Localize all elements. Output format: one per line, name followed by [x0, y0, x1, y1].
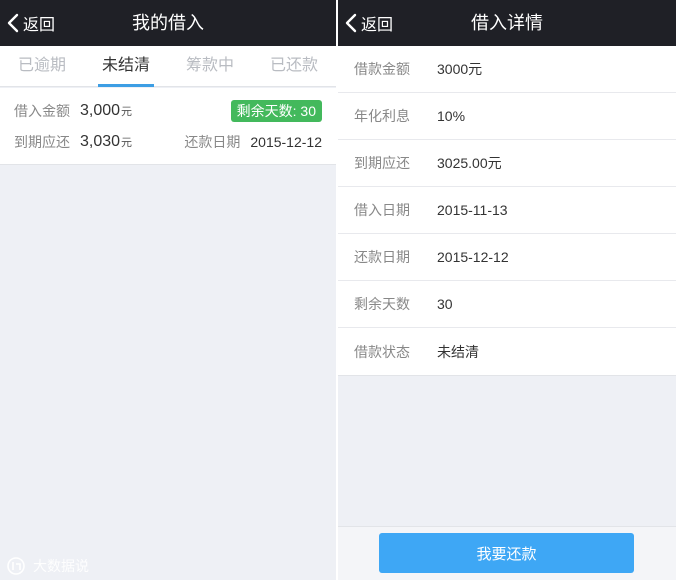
loan-detail-screen: 返回 借入详情 借款金额 3000元 年化利息 10% 到期应还 3025.00…	[338, 0, 676, 580]
detail-row-due-amount: 到期应还 3025.00元	[338, 140, 676, 187]
detail-label: 到期应还	[354, 155, 410, 171]
tab-fundraising[interactable]: 筹款中	[168, 46, 252, 86]
detail-value: 3025.00元	[437, 155, 502, 171]
tab-overdue[interactable]: 已逾期	[0, 46, 84, 86]
borrow-amount-label: 借入金额	[14, 103, 70, 119]
tab-unsettled[interactable]: 未结清	[84, 46, 168, 87]
watermark-text: 大数据说	[33, 558, 89, 574]
back-button[interactable]: 返回	[344, 0, 393, 46]
back-label: 返回	[23, 17, 56, 34]
navbar: 返回 借入详情	[338, 0, 676, 46]
repay-date-value: 2015-12-12	[250, 134, 322, 150]
chevron-left-icon	[345, 13, 357, 33]
due-amount-label: 到期应还	[14, 134, 70, 150]
borrow-amount-value: 3,000	[80, 102, 121, 119]
loan-row-due: 到期应还 3,030 元 还款日期 2015-12-12	[14, 130, 322, 154]
tab-repaid[interactable]: 已还款	[252, 46, 336, 86]
remaining-days-badge: 剩余天数: 30	[230, 100, 322, 122]
detail-row-loan-amount: 借款金额 3000元	[338, 46, 676, 93]
navbar: 返回 我的借入	[0, 0, 336, 46]
detail-value: 30	[437, 296, 453, 312]
back-label: 返回	[361, 17, 394, 34]
detail-label: 借款状态	[354, 343, 410, 360]
bottom-action-bar: 我要还款	[338, 526, 676, 580]
detail-label: 还款日期	[354, 249, 410, 265]
detail-row-annual-interest: 年化利息 10%	[338, 93, 676, 140]
detail-value: 10%	[437, 108, 466, 124]
detail-row-remaining-days: 剩余天数 30	[338, 281, 676, 328]
detail-value: 2015-11-13	[437, 202, 508, 218]
chevron-left-icon	[7, 13, 19, 33]
due-amount-value: 3,030	[80, 133, 121, 150]
repay-date-label: 还款日期	[184, 134, 241, 150]
detail-label: 借入日期	[354, 202, 410, 218]
detail-row-repay-date: 还款日期 2015-12-12	[338, 234, 676, 281]
detail-row-borrow-date: 借入日期 2015-11-13	[338, 187, 676, 234]
detail-value: 3000元	[437, 61, 483, 77]
detail-list: 借款金额 3000元 年化利息 10% 到期应还 3025.00元 借入日期 2…	[338, 46, 676, 376]
detail-label: 剩余天数	[354, 296, 410, 312]
loan-card[interactable]: 借入金额 3,000 元 剩余天数: 30 到期应还 3,030 元 还款日期 …	[0, 88, 336, 165]
detail-value: 未结清	[437, 343, 479, 360]
loan-row-borrow: 借入金额 3,000 元 剩余天数: 30	[14, 99, 322, 123]
due-amount-unit: 元	[121, 137, 133, 149]
repay-button[interactable]: 我要还款	[379, 533, 634, 573]
my-loans-screen: 返回 我的借入 已逾期 未结清 筹款中 已还款 借入金额 3,000 元 剩余天…	[0, 0, 336, 580]
borrow-amount-unit: 元	[121, 106, 133, 118]
status-tabs: 已逾期 未结清 筹款中 已还款	[0, 46, 336, 87]
watermark: 大数据说	[6, 556, 89, 576]
detail-label: 年化利息	[354, 108, 410, 124]
detail-label: 借款金额	[354, 61, 410, 77]
detail-row-loan-status: 借款状态 未结清	[338, 328, 676, 375]
detail-value: 2015-12-12	[437, 249, 509, 265]
back-button[interactable]: 返回	[6, 0, 55, 46]
watermark-logo-icon	[7, 557, 25, 575]
